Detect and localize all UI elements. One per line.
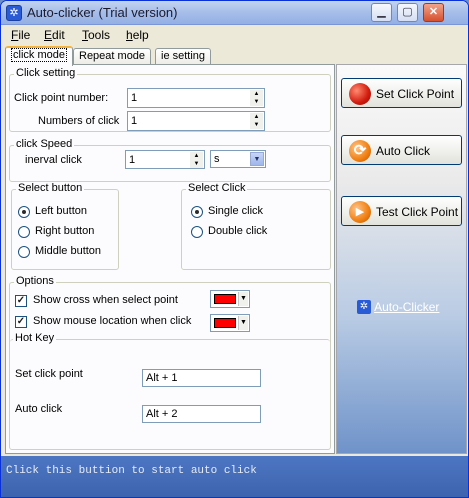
refresh-icon: ⟳ bbox=[349, 140, 371, 162]
close-button[interactable]: ✕ bbox=[423, 3, 444, 22]
numbers-of-click-label: Numbers of click bbox=[38, 115, 120, 127]
tab-click-mode[interactable]: click mode bbox=[5, 46, 73, 66]
auto-click-button[interactable]: ⟳ Auto Click bbox=[341, 135, 462, 165]
menu-help[interactable]: help bbox=[126, 28, 149, 42]
app-window: ✲ Auto-clicker (Trial version) ▁ ▢ ✕ Fil… bbox=[0, 0, 469, 498]
auto-click-hotkey-input[interactable]: Alt + 2 bbox=[142, 405, 261, 423]
title-bar[interactable]: ✲ Auto-clicker (Trial version) ▁ ▢ ✕ bbox=[1, 1, 468, 25]
select-button-title: Select button bbox=[16, 182, 85, 194]
maximize-button[interactable]: ▢ bbox=[397, 3, 418, 22]
middle-button-label[interactable]: Middle button bbox=[35, 245, 101, 257]
menu-tools[interactable]: Tools bbox=[82, 28, 110, 42]
tab-repeat-mode[interactable]: Repeat mode bbox=[73, 48, 152, 65]
select-button-group: Select button Left button Right button M… bbox=[11, 182, 119, 270]
single-click-label[interactable]: Single click bbox=[208, 205, 263, 217]
show-mouse-checkbox[interactable]: ✓ bbox=[15, 316, 27, 328]
show-mouse-label[interactable]: Show mouse location when click bbox=[33, 315, 191, 327]
hotkey-group: Hot Key Set click point Alt + 1 Auto cli… bbox=[10, 332, 330, 450]
show-cross-label[interactable]: Show cross when select point bbox=[33, 294, 178, 306]
record-icon bbox=[349, 83, 371, 105]
radio-double-click[interactable] bbox=[191, 226, 203, 238]
minimize-icon: ▁ bbox=[377, 6, 386, 18]
spin-down-icon[interactable]: ▼ bbox=[250, 98, 263, 106]
gear-icon: ✲ bbox=[6, 5, 22, 21]
status-text: Click this buttion to start auto click bbox=[6, 465, 257, 477]
click-speed-title: click Speed bbox=[14, 138, 75, 150]
click-setting-group: Click setting Click point number: 1 ▲ ▼ … bbox=[9, 67, 331, 132]
chevron-down-icon[interactable]: ▼ bbox=[238, 316, 248, 330]
radio-single-click[interactable] bbox=[191, 206, 203, 218]
cross-color-picker[interactable]: ▼ bbox=[210, 290, 250, 308]
menu-edit[interactable]: Edit bbox=[44, 28, 65, 42]
double-click-label[interactable]: Double click bbox=[208, 225, 267, 237]
chevron-down-icon[interactable]: ▼ bbox=[250, 152, 264, 166]
tab-panel: Click setting Click point number: 1 ▲ ▼ … bbox=[5, 64, 335, 454]
menu-bar: File Edit Tools help bbox=[1, 26, 468, 45]
click-speed-group: click Speed inerval click 1 ▲ ▼ s ▼ bbox=[9, 138, 331, 182]
numbers-of-click-spinner[interactable]: 1 ▲ ▼ bbox=[127, 111, 265, 131]
test-click-point-button[interactable]: ▶ Test Click Point bbox=[341, 196, 462, 226]
status-bar: Click this buttion to start auto click bbox=[1, 456, 468, 497]
tab-ie-setting[interactable]: ie setting bbox=[155, 48, 212, 65]
set-click-point-button[interactable]: Set Click Point bbox=[341, 78, 462, 108]
radio-middle-button[interactable] bbox=[18, 246, 30, 258]
spin-down-icon[interactable]: ▼ bbox=[250, 121, 263, 129]
mouse-color-picker[interactable]: ▼ bbox=[210, 314, 250, 332]
radio-left-button[interactable] bbox=[18, 206, 30, 218]
radio-right-button[interactable] bbox=[18, 226, 30, 238]
cross-color-swatch bbox=[214, 294, 236, 304]
spin-up-icon[interactable]: ▲ bbox=[190, 152, 203, 160]
click-point-number-label: Click point number: bbox=[14, 92, 109, 104]
set-click-point-hotkey-label: Set click point bbox=[15, 368, 83, 380]
window-title: Auto-clicker (Trial version) bbox=[27, 5, 178, 20]
gear-icon: ✲ bbox=[357, 300, 371, 314]
set-click-point-hotkey-input[interactable]: Alt + 1 bbox=[142, 369, 261, 387]
maximize-icon: ▢ bbox=[402, 6, 413, 18]
select-click-group: Select Click Single click Double click bbox=[181, 182, 331, 270]
interval-click-spinner[interactable]: 1 ▲ ▼ bbox=[125, 150, 205, 169]
left-button-label[interactable]: Left button bbox=[35, 205, 87, 217]
minimize-button[interactable]: ▁ bbox=[371, 3, 392, 22]
auto-click-hotkey-label: Auto click bbox=[15, 403, 63, 415]
spin-down-icon[interactable]: ▼ bbox=[190, 160, 203, 168]
play-icon: ▶ bbox=[349, 201, 371, 223]
options-group: Options ✓ Show cross when select point ▼… bbox=[9, 275, 331, 450]
spin-up-icon[interactable]: ▲ bbox=[250, 113, 263, 121]
click-setting-title: Click setting bbox=[14, 67, 78, 79]
right-button-label[interactable]: Right button bbox=[35, 225, 94, 237]
mouse-color-swatch bbox=[214, 318, 236, 328]
interval-unit-select[interactable]: s ▼ bbox=[210, 150, 266, 168]
auto-clicker-link[interactable]: ✲ Auto-Clicker bbox=[357, 300, 439, 314]
click-point-number-spinner[interactable]: 1 ▲ ▼ bbox=[127, 88, 265, 108]
interval-click-label: inerval click bbox=[25, 154, 82, 166]
action-panel: Set Click Point ⟳ Auto Click ▶ Test Clic… bbox=[336, 64, 467, 454]
chevron-down-icon[interactable]: ▼ bbox=[238, 292, 248, 306]
hotkey-title: Hot Key bbox=[13, 332, 57, 344]
options-title: Options bbox=[14, 275, 56, 287]
close-icon: ✕ bbox=[428, 6, 439, 18]
menu-file[interactable]: File bbox=[11, 28, 30, 42]
show-cross-checkbox[interactable]: ✓ bbox=[15, 295, 27, 307]
spin-up-icon[interactable]: ▲ bbox=[250, 90, 263, 98]
select-click-title: Select Click bbox=[186, 182, 248, 194]
